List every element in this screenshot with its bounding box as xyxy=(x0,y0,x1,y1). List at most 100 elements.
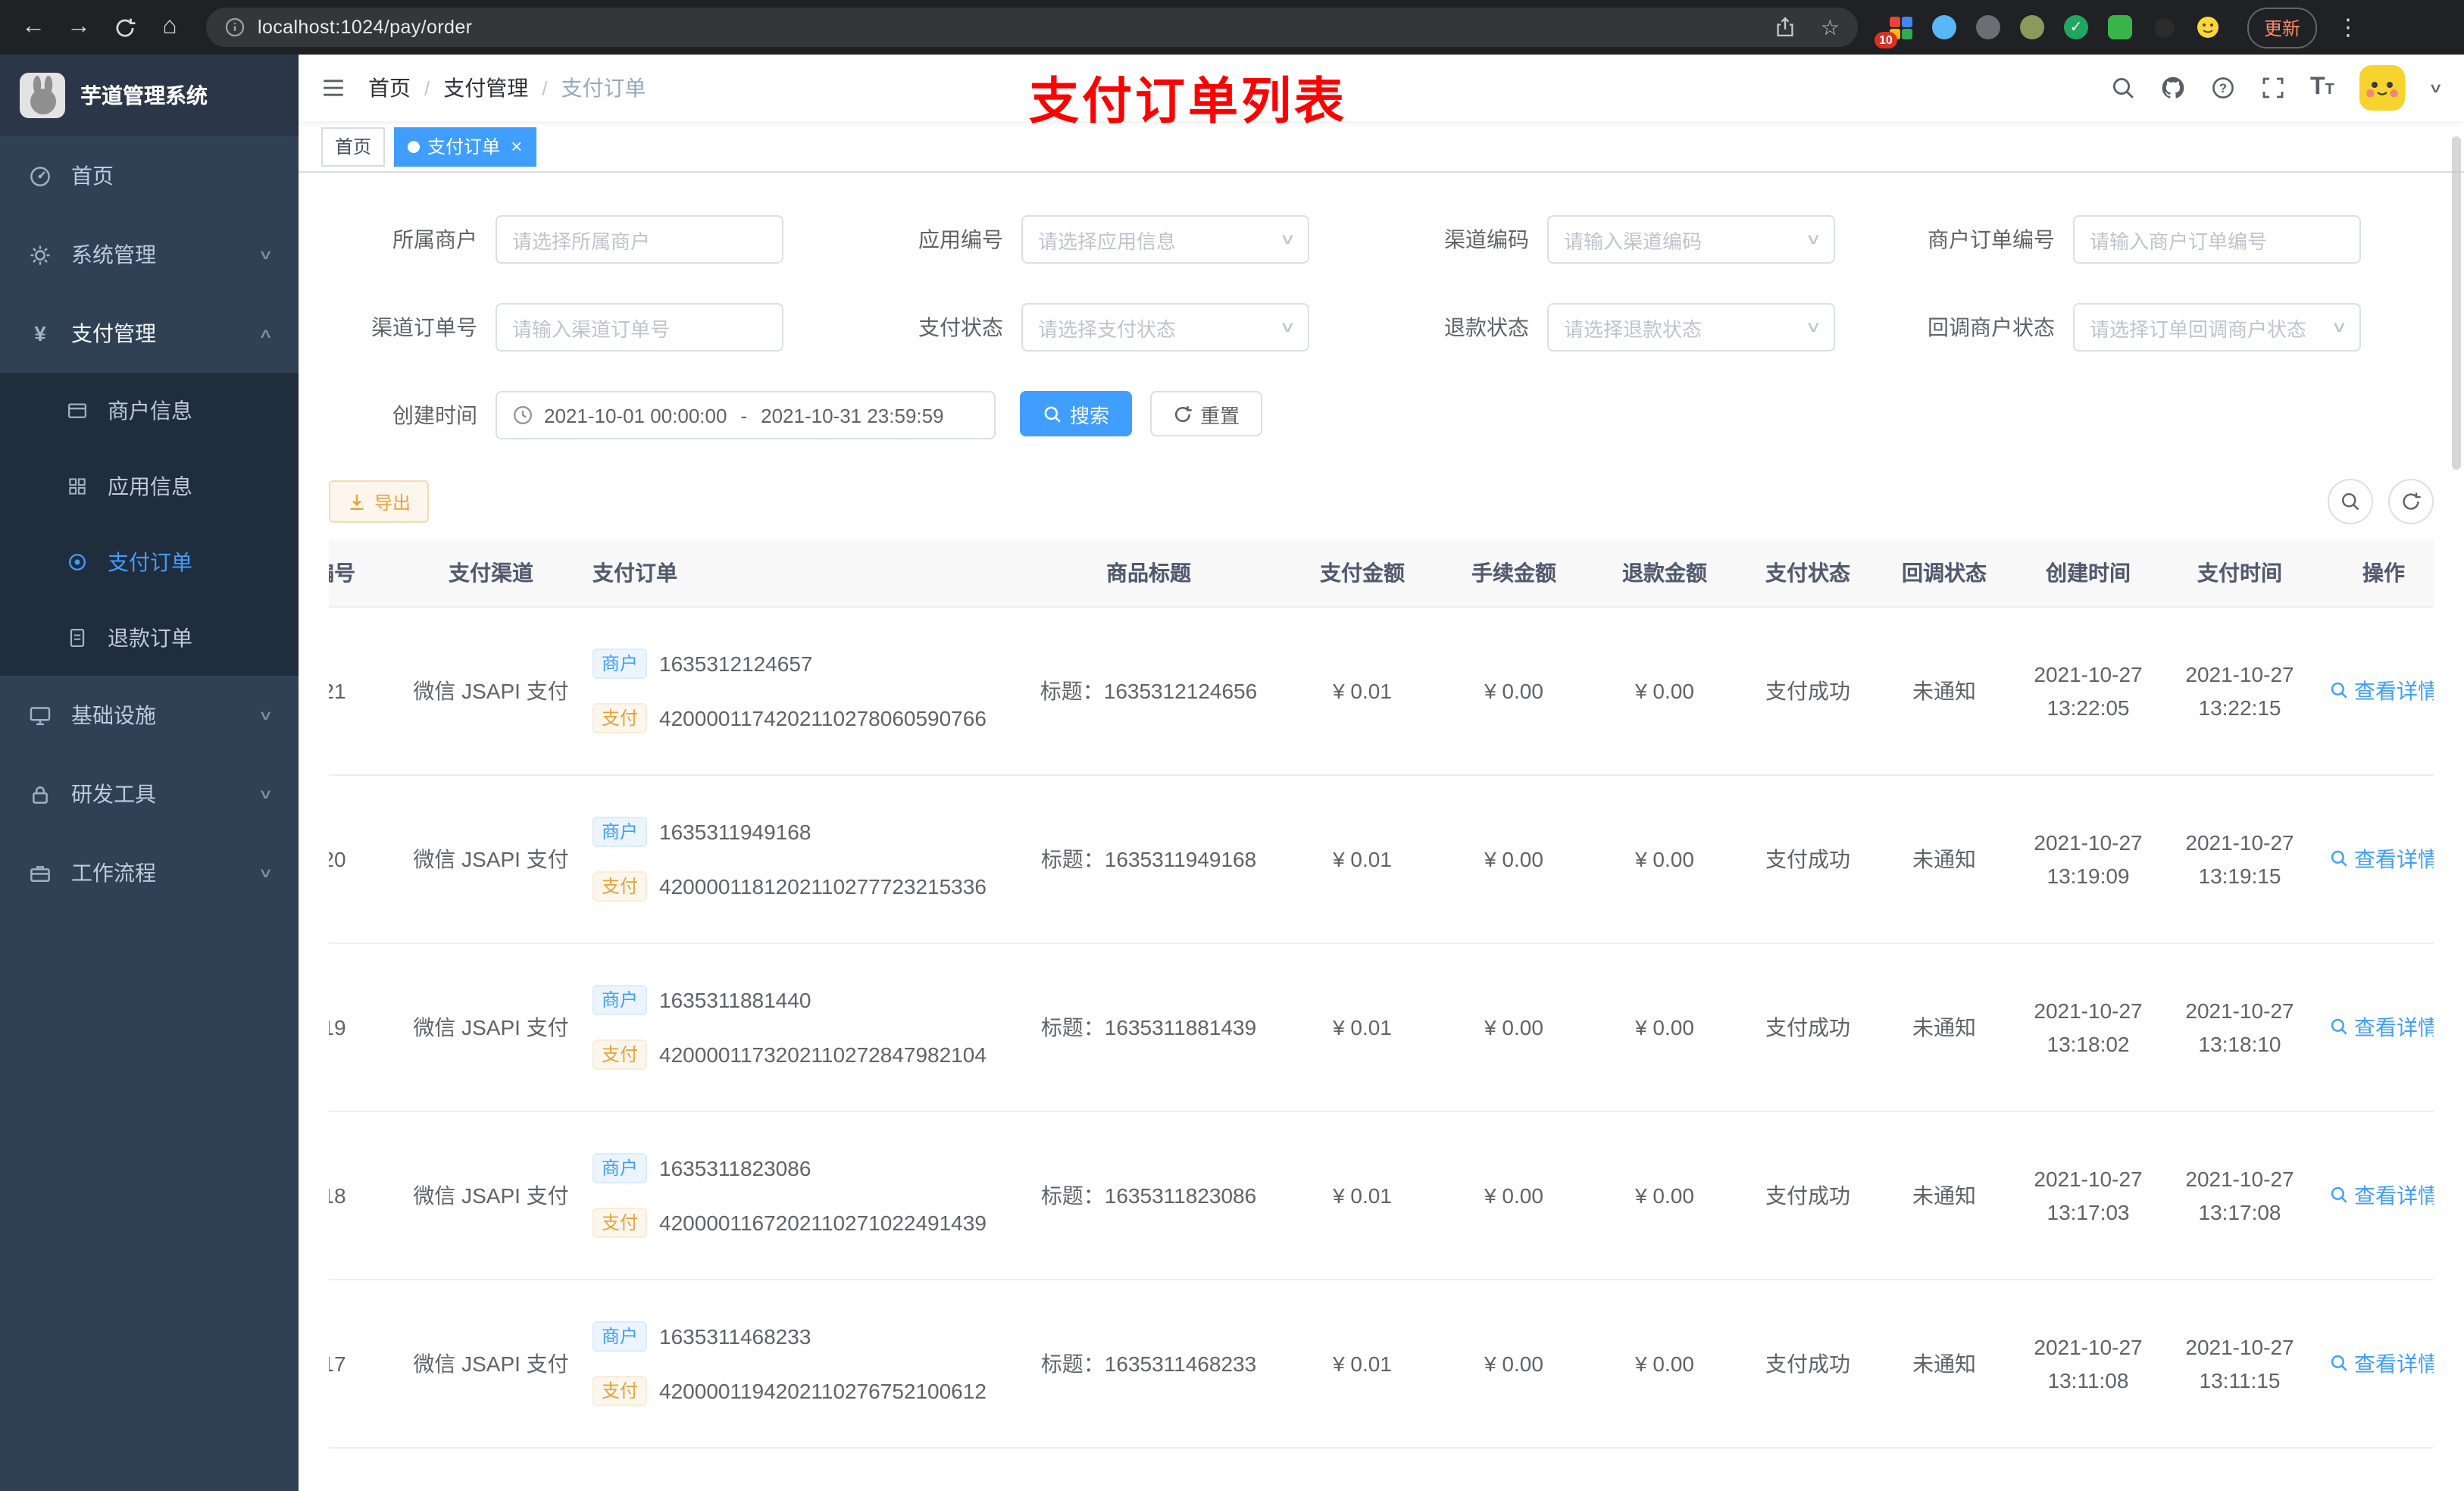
cell-id: 18 xyxy=(329,1111,408,1280)
cell-pay-order: 商户 1635312124657 支付 4200001174202110278060… xyxy=(574,606,1011,775)
merchant-select[interactable]: 请选择所属商户 xyxy=(496,215,783,264)
refund-status-select[interactable]: 请选择退款状态 ∨ xyxy=(1547,303,1835,352)
help-icon[interactable]: ? xyxy=(2210,76,2234,100)
chevron-down-icon: ∨ xyxy=(258,246,274,261)
browser-update-button[interactable]: 更新 xyxy=(2247,7,2318,48)
cell-id: 20 xyxy=(329,774,408,943)
bookmark-star-icon[interactable]: ☆ xyxy=(1821,14,1840,40)
export-button-label: 导出 xyxy=(374,492,411,513)
breadcrumb-pay-manage[interactable]: 支付管理 xyxy=(443,73,528,103)
cell-id: 21 xyxy=(329,606,408,775)
home-icon[interactable]: ⌂ xyxy=(149,6,191,48)
filter-label: 应用编号 xyxy=(918,227,1003,252)
forward-icon[interactable]: → xyxy=(58,6,100,48)
col-id: 编号 xyxy=(329,539,408,607)
sidebar-toggle-icon[interactable] xyxy=(321,76,346,100)
app-title: 芋道管理系统 xyxy=(80,83,208,108)
pay-tag: 支付 xyxy=(593,1207,648,1237)
cell-channel: 微信 JSAPI 支付 xyxy=(408,1279,574,1448)
grid-icon xyxy=(64,476,89,497)
user-menu-caret-icon[interactable]: ∨ xyxy=(2429,80,2444,96)
share-icon[interactable] xyxy=(1775,17,1796,38)
extension-chat-icon[interactable] xyxy=(2105,12,2135,42)
sidebar-item-merchant-info[interactable]: 商户信息 xyxy=(0,373,299,449)
notify-status-select[interactable]: 请选择订单回调商户状态 ∨ xyxy=(2073,303,2361,352)
extension-pin-icon[interactable] xyxy=(2149,12,2179,42)
browser-menu-icon[interactable]: ⋮ xyxy=(2329,14,2367,41)
channel-order-no-input[interactable]: 请输入渠道订单号 xyxy=(496,303,783,352)
sidebar: 芋道管理系统 首页 系统管理 ∨ ¥ 支付管理 ∧ 商户信息 应用信息 支付订单… xyxy=(0,55,299,1491)
col-pay-time: 支付时间 xyxy=(2164,539,2315,607)
breadcrumb-home[interactable]: 首页 xyxy=(368,73,411,103)
view-detail-link[interactable]: 查看详情 xyxy=(2328,1180,2434,1210)
sidebar-item-workflow[interactable]: 工作流程 ∨ xyxy=(0,833,299,912)
page-annotation: 支付订单列表 xyxy=(1029,73,1347,129)
view-detail-link[interactable]: 查看详情 xyxy=(2328,1011,2434,1042)
table-row[interactable]: 21 微信 JSAPI 支付 商户 1635312124657 支付 4200001… xyxy=(329,606,2434,775)
fullscreen-icon[interactable] xyxy=(2260,76,2284,100)
extensions-puzzle-icon[interactable]: 10 xyxy=(1875,12,1915,48)
cell-fee: ¥ 0.00 xyxy=(1438,942,1590,1111)
table-row[interactable]: 17 微信 JSAPI 支付 商户 1635311468233 支付 4200001… xyxy=(329,1279,2434,1448)
site-info-icon[interactable] xyxy=(224,17,245,38)
merchant-order-no: 1635311949168 xyxy=(659,819,811,843)
extension-olive-icon[interactable] xyxy=(2017,12,2047,42)
filter-label: 渠道订单号 xyxy=(371,315,477,339)
date-range-input[interactable]: 2021-10-01 00:00:00 - 2021-10-31 23:59:5… xyxy=(496,391,996,439)
reset-button[interactable]: 重置 xyxy=(1150,391,1263,436)
header-search-icon[interactable] xyxy=(2110,76,2134,100)
extension-green-check-icon[interactable]: ✓ xyxy=(2061,12,2091,42)
user-avatar[interactable] xyxy=(2359,65,2406,111)
page-scrollbar[interactable] xyxy=(2452,136,2461,470)
extension-gray-icon[interactable] xyxy=(1973,12,2003,42)
browser-window: ← → ⌂ localhost:1024/pay/order ☆ 10 ✓ 更新… xyxy=(0,0,2464,1491)
tab-close-icon[interactable]: × xyxy=(511,136,522,156)
search-button[interactable]: 搜索 xyxy=(1020,391,1133,436)
extension-emoji-icon[interactable] xyxy=(2193,12,2223,42)
app-select[interactable]: 请选择应用信息 ∨ xyxy=(1021,215,1309,264)
address-bar[interactable]: localhost:1024/pay/order ☆ xyxy=(206,8,1858,47)
cell-channel: 微信 JSAPI 支付 xyxy=(408,774,574,943)
sidebar-item-pay-order[interactable]: 支付订单 xyxy=(0,524,299,600)
sidebar-item-app-info[interactable]: 应用信息 xyxy=(0,449,299,524)
cell-channel: 微信 JSAPI 支付 xyxy=(408,942,574,1111)
export-button[interactable]: 导出 xyxy=(329,480,430,523)
view-detail-link[interactable]: 查看详情 xyxy=(2328,1348,2434,1378)
table-row-partial[interactable]: 商户 xyxy=(329,1447,2434,1491)
pay-tag: 支付 xyxy=(593,1375,648,1405)
github-icon[interactable] xyxy=(2160,76,2184,100)
view-detail-link[interactable]: 查看详情 xyxy=(2328,843,2434,874)
app-logo[interactable]: 芋道管理系统 xyxy=(0,55,299,136)
sidebar-item-label: 基础设施 xyxy=(71,703,156,727)
filter-pay-status: 支付状态 请选择支付状态 ∨ xyxy=(855,303,1381,352)
tab-pay-order[interactable]: 支付订单 × xyxy=(394,127,536,166)
extension-blue-icon[interactable] xyxy=(1929,12,1959,42)
sidebar-item-payment[interactable]: ¥ 支付管理 ∧ xyxy=(0,294,299,373)
tab-home[interactable]: 首页 xyxy=(321,127,386,166)
cell-channel xyxy=(408,1447,574,1491)
sidebar-item-home[interactable]: 首页 xyxy=(0,136,299,215)
sidebar-item-system[interactable]: 系统管理 ∨ xyxy=(0,215,299,294)
cell-create-time: 2021-10-27 13:22:05 xyxy=(2012,606,2164,775)
sidebar-item-devtools[interactable]: 研发工具 ∨ xyxy=(0,755,299,833)
filter-label: 回调商户状态 xyxy=(1928,315,2055,339)
cell-pay-order: 商户 1635311823086 支付 4200001167202110271022… xyxy=(574,1111,1011,1280)
placeholder-text: 请输入渠道编码 xyxy=(1564,230,1703,252)
table-row[interactable]: 20 微信 JSAPI 支付 商户 1635311949168 支付 4200001… xyxy=(329,774,2434,943)
sidebar-item-refund-order[interactable]: 退款订单 xyxy=(0,600,299,676)
toggle-search-button[interactable] xyxy=(2328,479,2373,524)
merchant-order-no-input[interactable]: 请输入商户订单编号 xyxy=(2073,215,2361,264)
table-row[interactable]: 19 微信 JSAPI 支付 商户 1635311881440 支付 4200001… xyxy=(329,942,2434,1111)
cell-id: 19 xyxy=(329,942,408,1111)
filter-row-1: 所属商户 请选择所属商户 应用编号 请选择应用信息 ∨ 渠道编码 请输入渠道编码… xyxy=(329,215,2434,264)
cell-pay-time: 2021-10-27 13:17:08 xyxy=(2164,1111,2315,1280)
sidebar-item-infra[interactable]: 基础设施 ∨ xyxy=(0,676,299,755)
table-row[interactable]: 18 微信 JSAPI 支付 商户 1635311823086 支付 4200001… xyxy=(329,1111,2434,1280)
reload-icon[interactable] xyxy=(103,6,145,48)
font-size-icon[interactable]: TT xyxy=(2310,75,2334,100)
refresh-table-button[interactable] xyxy=(2388,479,2434,524)
view-detail-link[interactable]: 查看详情 xyxy=(2328,675,2434,705)
pay-status-select[interactable]: 请选择支付状态 ∨ xyxy=(1021,303,1309,352)
back-icon[interactable]: ← xyxy=(12,6,55,48)
channel-code-select[interactable]: 请输入渠道编码 ∨ xyxy=(1547,215,1835,264)
